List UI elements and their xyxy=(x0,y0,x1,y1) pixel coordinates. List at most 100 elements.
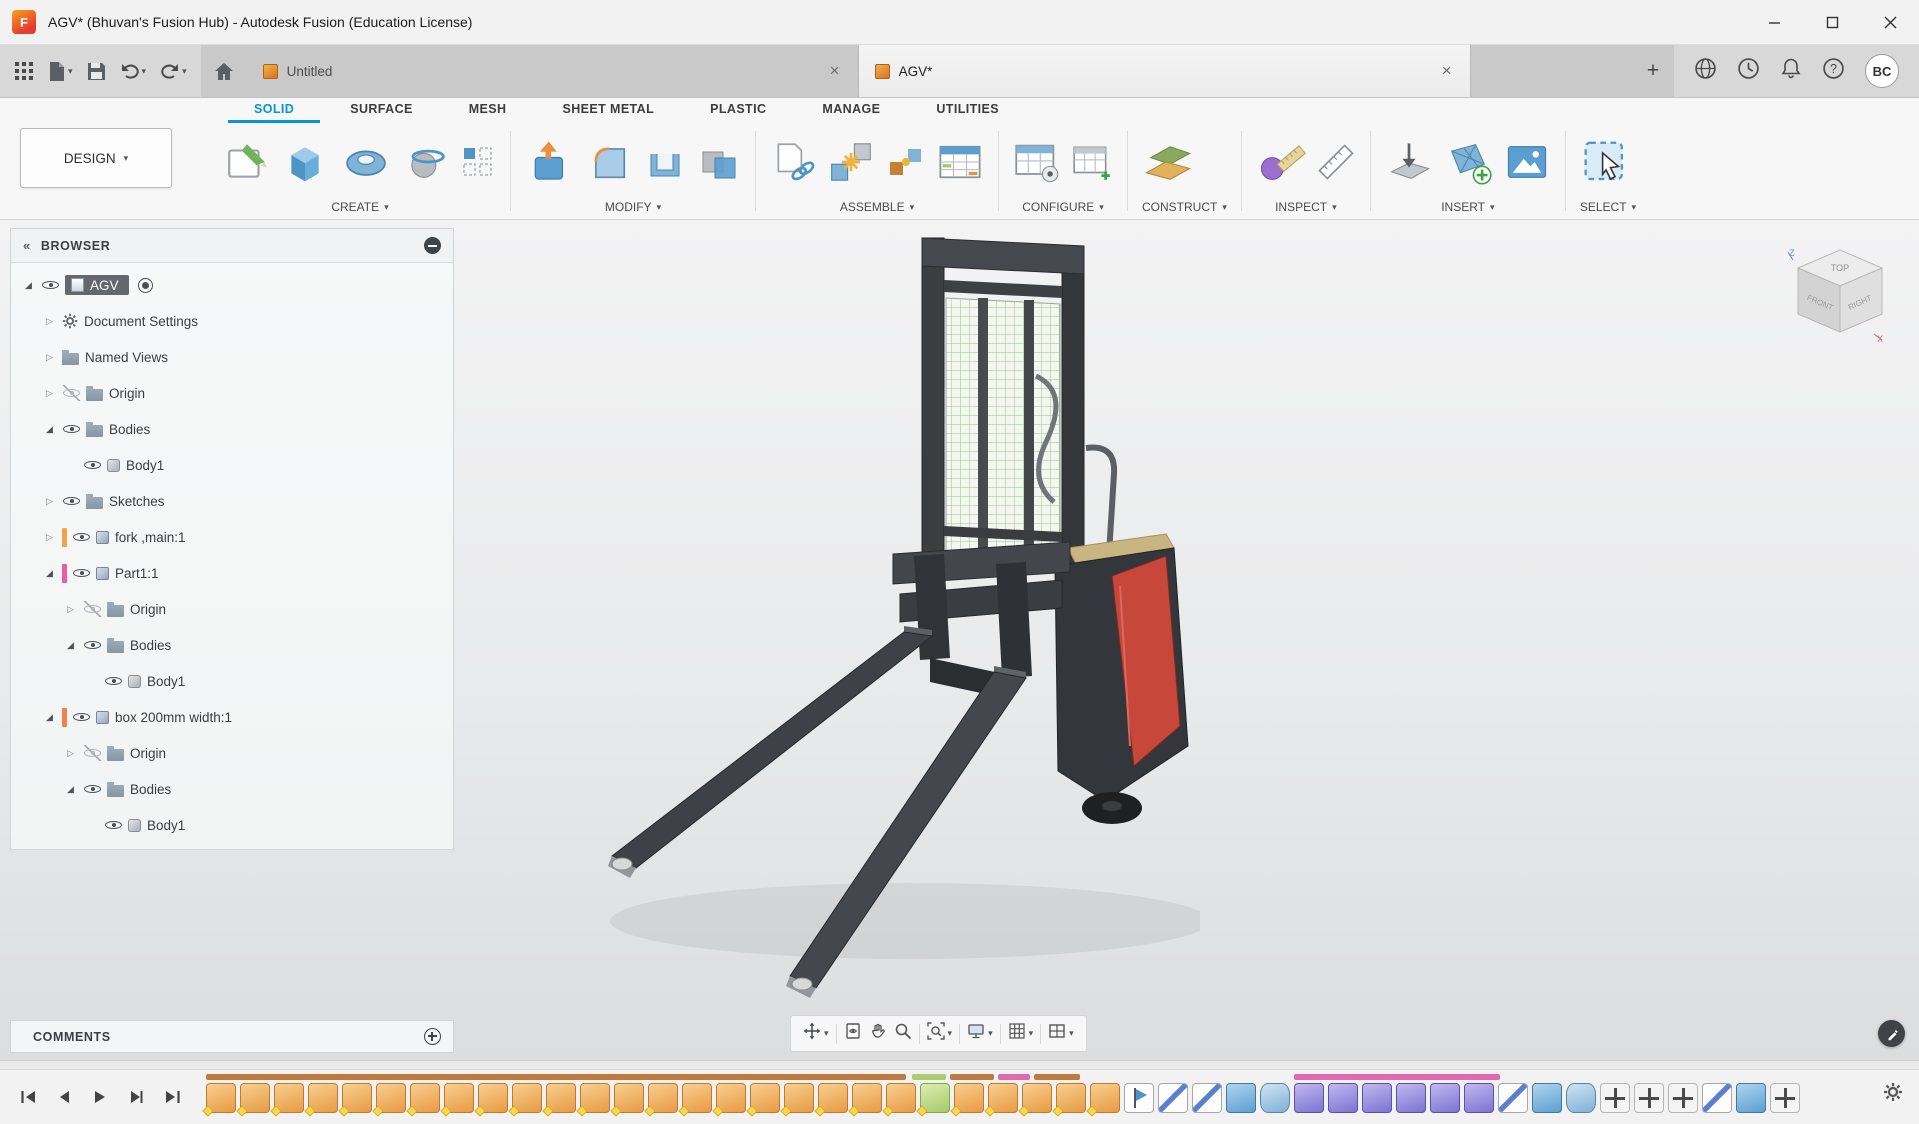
close-tab-icon[interactable]: × xyxy=(1440,61,1454,81)
configure-features-icon[interactable] xyxy=(1071,141,1113,183)
ribbon-tab-utilities[interactable]: UTILITIES xyxy=(910,100,1025,123)
joint-icon[interactable] xyxy=(826,137,876,187)
assemble-menu[interactable]: ASSEMBLE▾ xyxy=(770,197,984,217)
visibility-icon[interactable] xyxy=(41,277,60,293)
expand-arrow-icon[interactable]: ▷ xyxy=(42,388,57,399)
notifications-button[interactable] xyxy=(1780,57,1802,85)
revolve-icon[interactable] xyxy=(340,136,392,188)
ribbon-tab-sheet-metal[interactable]: SHEET METAL xyxy=(536,100,680,123)
go-to-start-button[interactable] xyxy=(16,1085,40,1109)
zoom-button[interactable] xyxy=(894,1022,912,1045)
create-menu[interactable]: CREATE▾ xyxy=(224,197,496,217)
sketch-feature-icon[interactable] xyxy=(1702,1083,1732,1113)
ruler-icon[interactable] xyxy=(1316,142,1356,182)
new-tab-button[interactable]: + xyxy=(1632,45,1674,97)
component-feature-icon[interactable] xyxy=(1022,1083,1052,1113)
component-feature-icon[interactable] xyxy=(444,1083,474,1113)
fillet-icon[interactable] xyxy=(585,138,633,186)
redo-button[interactable]: ▾ xyxy=(160,62,187,80)
expand-arrow-icon[interactable]: ▷ xyxy=(42,316,57,327)
component-feature-icon[interactable] xyxy=(852,1083,882,1113)
tree-item-bodies[interactable]: ◢Bodies xyxy=(11,627,453,663)
tree-item-body1[interactable]: Body1 xyxy=(11,447,453,483)
sketch-feature-icon[interactable] xyxy=(1192,1083,1222,1113)
pan-button[interactable] xyxy=(869,1022,887,1045)
visibility-icon[interactable] xyxy=(72,565,91,581)
insert-menu[interactable]: INSERT▾ xyxy=(1385,197,1551,217)
timeline-settings-button[interactable] xyxy=(1883,1082,1903,1107)
save-button[interactable] xyxy=(87,62,106,81)
visibility-icon[interactable] xyxy=(62,421,81,437)
timeline-group-segment[interactable] xyxy=(998,1074,1030,1080)
avatar[interactable]: BC xyxy=(1865,54,1899,88)
component-feature-icon[interactable] xyxy=(546,1083,576,1113)
fit-caret-icon[interactable]: ▾ xyxy=(948,1028,953,1039)
component-feature-icon[interactable] xyxy=(988,1083,1018,1113)
tree-item-part1-1[interactable]: ◢Part1:1 xyxy=(11,555,453,591)
step-back-button[interactable] xyxy=(52,1085,76,1109)
extrude-feature-icon[interactable] xyxy=(1532,1083,1562,1113)
configuration-table-icon[interactable] xyxy=(1013,139,1061,185)
tree-item-origin[interactable]: ▷Origin xyxy=(11,375,453,411)
ribbon-tab-plastic[interactable]: PLASTIC xyxy=(684,100,792,123)
component-feature-icon[interactable] xyxy=(274,1083,304,1113)
expand-arrow-icon[interactable]: ▷ xyxy=(42,352,57,363)
workspace-selector[interactable]: DESIGN ▾ xyxy=(20,128,172,188)
component-feature-icon[interactable] xyxy=(342,1083,372,1113)
visibility-off-icon[interactable] xyxy=(83,745,102,761)
timeline-group-segment[interactable] xyxy=(206,1074,906,1080)
collapse-all-icon[interactable] xyxy=(424,237,441,254)
measure-icon[interactable] xyxy=(1256,138,1306,186)
configure-menu[interactable]: CONFIGURE▾ xyxy=(1013,197,1113,217)
display-settings-caret-icon[interactable]: ▾ xyxy=(988,1028,993,1039)
extrude-icon[interactable] xyxy=(280,137,330,187)
insert-mesh-icon[interactable] xyxy=(1443,138,1493,186)
visibility-icon[interactable] xyxy=(62,493,81,509)
grid-display-caret-icon[interactable]: ▾ xyxy=(1029,1028,1034,1039)
revolve-feature-icon[interactable] xyxy=(1260,1083,1290,1113)
home-button[interactable] xyxy=(201,45,247,97)
component-feature-icon[interactable] xyxy=(512,1083,542,1113)
timeline-scrollbar[interactable] xyxy=(0,1061,1919,1070)
component-feature-icon[interactable] xyxy=(784,1083,814,1113)
tree-item-body1[interactable]: Body1 xyxy=(11,807,453,843)
select-menu[interactable]: SELECT▾ xyxy=(1580,197,1636,217)
look-at-button[interactable] xyxy=(844,1022,862,1045)
tree-item-agv[interactable]: ◢AGV xyxy=(11,267,453,303)
orbit-caret-icon[interactable]: ▾ xyxy=(824,1028,829,1039)
expand-arrow-icon[interactable]: ▷ xyxy=(42,532,57,543)
expand-arrow-icon[interactable]: ◢ xyxy=(42,568,57,579)
expand-arrow-icon[interactable]: ◢ xyxy=(63,640,78,651)
component-feature-icon[interactable] xyxy=(478,1083,508,1113)
shell-icon[interactable] xyxy=(643,140,687,184)
inspect-menu[interactable]: INSPECT▾ xyxy=(1256,197,1356,217)
insert-derive-icon[interactable] xyxy=(1385,139,1433,185)
pattern-feature-icon[interactable] xyxy=(1464,1083,1494,1113)
extrude-feature-icon[interactable] xyxy=(1736,1083,1766,1113)
timeline-group-segment[interactable] xyxy=(1034,1074,1080,1080)
tree-item-bodies[interactable]: ◢Bodies xyxy=(11,771,453,807)
tree-item-document-settings[interactable]: ▷Document Settings xyxy=(11,303,453,339)
expand-arrow-icon[interactable]: ◢ xyxy=(63,784,78,795)
visibility-icon[interactable] xyxy=(83,781,102,797)
tree-item-named-views[interactable]: ▷Named Views xyxy=(11,339,453,375)
select-icon[interactable] xyxy=(1580,137,1632,187)
close-tab-icon[interactable]: × xyxy=(828,61,842,81)
combine-icon[interactable] xyxy=(697,140,741,184)
tree-item-origin[interactable]: ▷Origin xyxy=(11,735,453,771)
new-component-icon[interactable] xyxy=(770,139,816,185)
move-feature-icon[interactable] xyxy=(1600,1083,1630,1113)
component-feature-icon[interactable] xyxy=(818,1083,848,1113)
document-tab-untitled[interactable]: Untitled× xyxy=(247,45,859,97)
help-button[interactable]: ? xyxy=(1822,57,1845,85)
view-cube[interactable]: TOP FRONT RIGHT Z X xyxy=(1779,226,1901,348)
move-feature-icon[interactable] xyxy=(1770,1083,1800,1113)
component-feature-icon[interactable] xyxy=(1056,1083,1086,1113)
component-feature-icon[interactable] xyxy=(1090,1083,1120,1113)
construct-menu[interactable]: CONSTRUCT▾ xyxy=(1142,197,1227,217)
display-settings-button[interactable]: ▾ xyxy=(967,1022,993,1045)
viewports-caret-icon[interactable]: ▾ xyxy=(1069,1028,1074,1039)
timeline-group-segment[interactable] xyxy=(950,1074,994,1080)
document-tab-agv[interactable]: AGV*× xyxy=(859,45,1471,97)
marker-feature-icon[interactable] xyxy=(1124,1083,1154,1113)
